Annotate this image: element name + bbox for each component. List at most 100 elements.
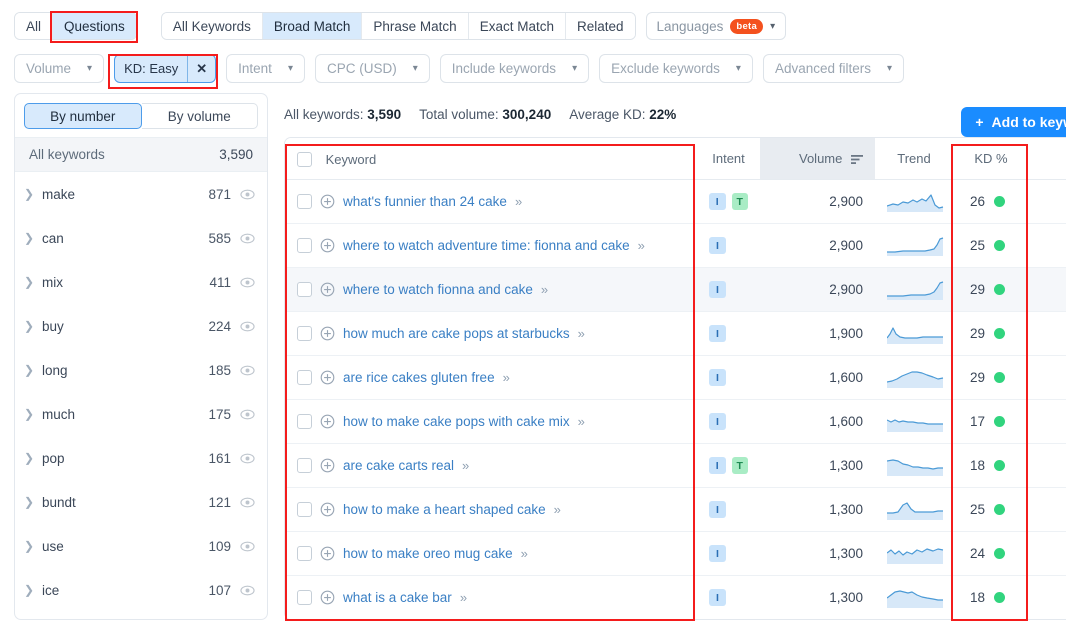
th-intent[interactable]: Intent <box>697 137 760 181</box>
eye-icon[interactable] <box>240 495 255 510</box>
add-keyword-icon[interactable] <box>320 502 335 517</box>
eye-icon[interactable] <box>240 275 255 290</box>
chevron-right-icon[interactable]: ❯ <box>24 407 42 421</box>
expand-keyword-icon[interactable]: » <box>521 546 528 561</box>
row-checkbox[interactable] <box>297 194 312 210</box>
sidebar-item-buy[interactable]: ❯ buy 224 <box>15 304 267 348</box>
keyword-link[interactable]: how to make cake pops with cake mix <box>343 414 570 429</box>
eye-icon[interactable] <box>240 539 255 554</box>
toggle-by-number[interactable]: By number <box>24 103 142 129</box>
sidebar-all-keywords-row[interactable]: All keywords 3,590 <box>15 137 267 172</box>
eye-icon[interactable] <box>240 451 255 466</box>
chevron-right-icon[interactable]: ❯ <box>24 539 42 553</box>
languages-dropdown[interactable]: Languages beta ▾ <box>645 12 787 40</box>
expand-keyword-icon[interactable]: » <box>503 370 510 385</box>
table-row[interactable]: where to watch fionna and cake » I 2,900 29 <box>285 267 1066 313</box>
row-checkbox[interactable] <box>297 590 312 606</box>
add-keyword-icon[interactable] <box>320 238 335 253</box>
close-icon[interactable]: ✕ <box>187 55 215 82</box>
eye-icon[interactable] <box>240 363 255 378</box>
table-row[interactable]: how much are cake pops at starbucks » I 1,9… <box>285 311 1066 357</box>
select-all-checkbox[interactable] <box>297 151 312 167</box>
expand-keyword-icon[interactable]: » <box>462 458 469 473</box>
add-keyword-icon[interactable] <box>320 194 335 209</box>
expand-keyword-icon[interactable]: » <box>460 590 467 605</box>
tab-exact-match[interactable]: Exact Match <box>468 13 566 39</box>
keyword-link[interactable]: where to watch fionna and cake <box>343 282 533 297</box>
row-checkbox[interactable] <box>297 326 312 342</box>
filter-volume[interactable]: Volume ▾ <box>14 54 105 83</box>
expand-keyword-icon[interactable]: » <box>638 238 645 253</box>
table-row[interactable]: where to watch adventure time: fionna an… <box>285 223 1066 269</box>
add-keyword-icon[interactable] <box>320 590 335 605</box>
keyword-link[interactable]: how much are cake pops at starbucks <box>343 326 570 341</box>
keyword-link[interactable]: are cake carts real <box>343 458 454 473</box>
tab-all[interactable]: All <box>15 13 54 39</box>
sidebar-item-long[interactable]: ❯ long 185 <box>15 348 267 392</box>
chevron-right-icon[interactable]: ❯ <box>24 363 42 377</box>
sidebar-item-use[interactable]: ❯ use 109 <box>15 524 267 568</box>
th-volume[interactable]: Volume <box>760 137 875 181</box>
tab-related[interactable]: Related <box>565 13 635 39</box>
th-kd[interactable]: KD % <box>953 137 1029 181</box>
add-to-keyword-list-button[interactable]: + Add to keyw <box>961 107 1066 137</box>
expand-keyword-icon[interactable]: » <box>554 502 561 517</box>
expand-keyword-icon[interactable]: » <box>515 194 522 209</box>
eye-icon[interactable] <box>240 187 255 202</box>
sidebar-item-can[interactable]: ❯ can 585 <box>15 216 267 260</box>
table-row[interactable]: how to make cake pops with cake mix » I 1,6… <box>285 399 1066 445</box>
chevron-right-icon[interactable]: ❯ <box>24 583 42 597</box>
filter-cpc[interactable]: CPC (USD) ▾ <box>314 54 430 83</box>
keyword-link[interactable]: where to watch adventure time: fionna an… <box>343 238 630 253</box>
eye-icon[interactable] <box>240 407 255 422</box>
sidebar-item-mix[interactable]: ❯ mix 411 <box>15 260 267 304</box>
keyword-link[interactable]: what's funnier than 24 cake <box>343 194 507 209</box>
chevron-right-icon[interactable]: ❯ <box>24 187 42 201</box>
filter-exclude-keywords[interactable]: Exclude keywords ▾ <box>599 54 753 83</box>
expand-keyword-icon[interactable]: » <box>578 326 585 341</box>
table-row[interactable]: what's funnier than 24 cake» I T 2,900 26 <box>285 179 1066 225</box>
row-checkbox[interactable] <box>297 238 312 254</box>
chevron-right-icon[interactable]: ❯ <box>24 495 42 509</box>
table-row[interactable]: how to make oreo mug cake » I 1,300 24 <box>285 531 1066 577</box>
chevron-right-icon[interactable]: ❯ <box>24 275 42 289</box>
add-keyword-icon[interactable] <box>320 370 335 385</box>
expand-keyword-icon[interactable]: » <box>578 414 585 429</box>
table-row[interactable]: are cake carts real» I T 1,300 18 <box>285 443 1066 489</box>
th-trend[interactable]: Trend <box>875 137 953 181</box>
tab-broad-match[interactable]: Broad Match <box>262 13 363 39</box>
keyword-link[interactable]: are rice cakes gluten free <box>343 370 495 385</box>
filter-include-keywords[interactable]: Include keywords ▾ <box>439 54 590 83</box>
filter-intent[interactable]: Intent ▾ <box>226 54 305 83</box>
add-keyword-icon[interactable] <box>320 458 335 473</box>
add-keyword-icon[interactable] <box>320 546 335 561</box>
tab-phrase-match[interactable]: Phrase Match <box>362 13 469 39</box>
keyword-link[interactable]: how to make a heart shaped cake <box>343 502 546 517</box>
table-row[interactable]: how to make a heart shaped cake » I 1,300 25 <box>285 487 1066 533</box>
sidebar-item-make[interactable]: ❯ make 871 <box>15 172 267 216</box>
table-row[interactable]: are rice cakes gluten free » I 1,600 29 <box>285 355 1066 401</box>
eye-icon[interactable] <box>240 319 255 334</box>
add-keyword-icon[interactable] <box>320 326 335 341</box>
row-checkbox[interactable] <box>297 502 312 518</box>
chevron-right-icon[interactable]: ❯ <box>24 231 42 245</box>
keyword-link[interactable]: how to make oreo mug cake <box>343 546 513 561</box>
sidebar-item-pop[interactable]: ❯ pop 161 <box>15 436 267 480</box>
add-keyword-icon[interactable] <box>320 414 335 429</box>
table-row[interactable]: what is a cake bar » I 1,300 18 <box>285 575 1066 619</box>
filter-kd-easy[interactable]: KD: Easy ✕ <box>114 54 217 83</box>
tab-questions[interactable]: Questions <box>53 13 136 39</box>
eye-icon[interactable] <box>240 231 255 246</box>
toggle-by-volume[interactable]: By volume <box>141 103 258 129</box>
sidebar-item-ice[interactable]: ❯ ice 107 <box>15 568 267 612</box>
sidebar-item-much[interactable]: ❯ much 175 <box>15 392 267 436</box>
add-keyword-icon[interactable] <box>320 282 335 297</box>
expand-keyword-icon[interactable]: » <box>541 282 548 297</box>
keyword-link[interactable]: what is a cake bar <box>343 590 452 605</box>
chevron-right-icon[interactable]: ❯ <box>24 451 42 465</box>
row-checkbox[interactable] <box>297 370 312 386</box>
filter-advanced[interactable]: Advanced filters ▾ <box>762 54 905 83</box>
row-checkbox[interactable] <box>297 458 312 474</box>
tab-all-keywords[interactable]: All Keywords <box>161 13 263 39</box>
sidebar-item-bundt[interactable]: ❯ bundt 121 <box>15 480 267 524</box>
